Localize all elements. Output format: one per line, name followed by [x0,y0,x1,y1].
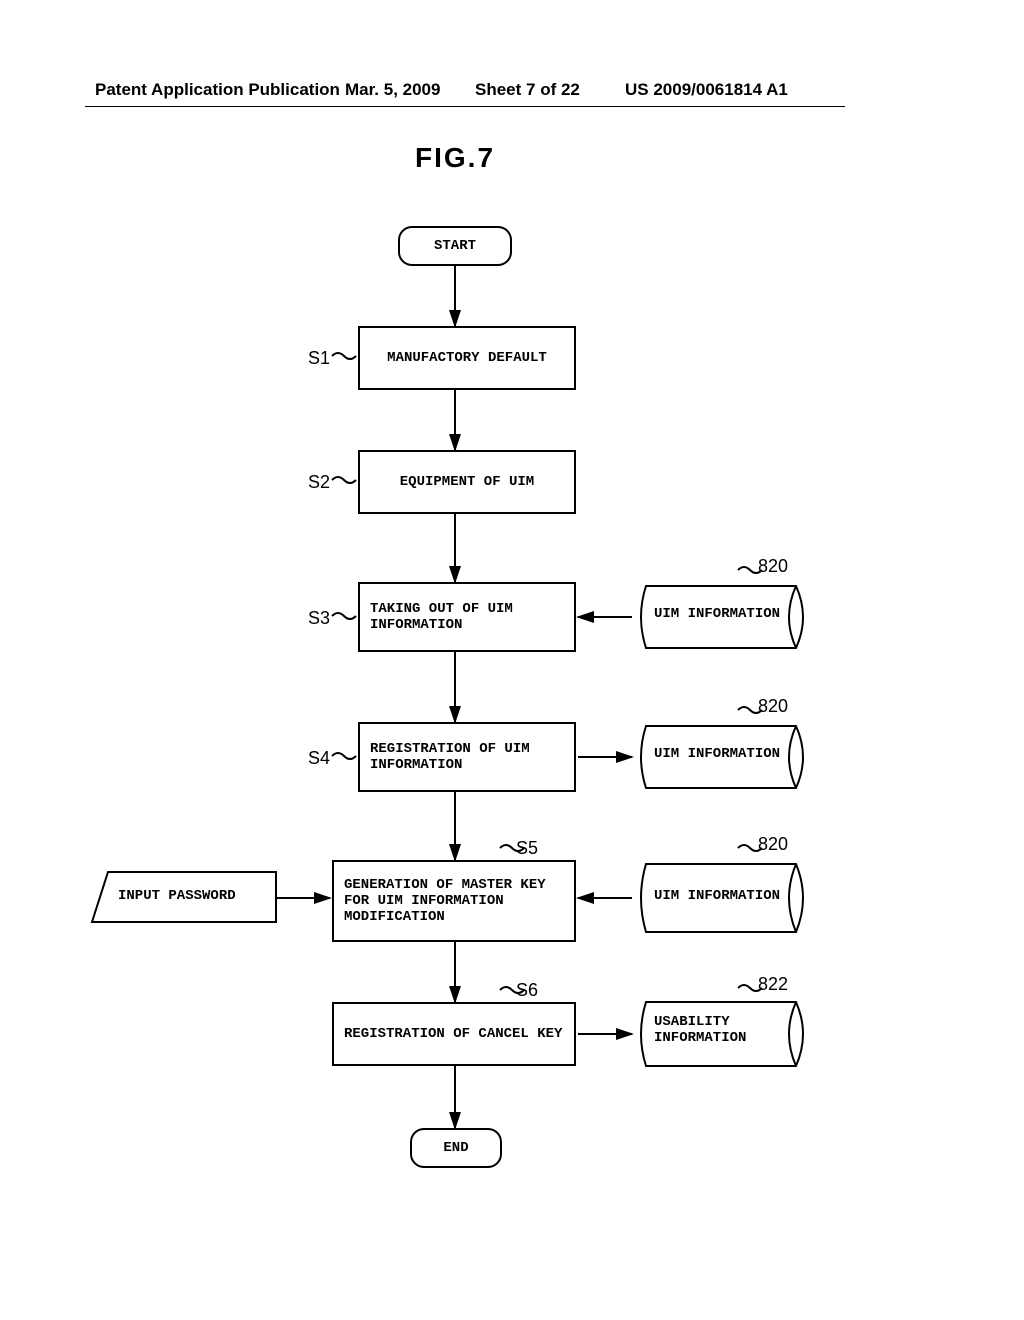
flowchart-start: START [398,226,512,266]
step-s2: EQUIPMENT OF UIM [358,450,576,514]
step-s5-text: GENERATION OF MASTER KEY FOR UIM INFORMA… [344,877,564,925]
step-label-s2: S2 [308,472,330,493]
step-label-s3: S3 [308,608,330,629]
step-s6: REGISTRATION OF CANCEL KEY [332,1002,576,1066]
doc-text-2: UIM INFORMATION [654,746,780,762]
start-text: START [434,238,476,254]
input-password-label: INPUT PASSWORD [118,888,236,904]
flowchart-end: END [410,1128,502,1168]
step-s3: TAKING OUT OF UIM INFORMATION [358,582,576,652]
step-s4-text: REGISTRATION OF UIM INFORMATION [370,741,564,773]
flowchart-connectors [0,0,1024,1320]
doc-ref-1: 820 [758,556,788,577]
doc-text-1: UIM INFORMATION [654,606,780,622]
header-divider [85,106,845,107]
pub-number: US 2009/0061814 A1 [625,80,788,100]
step-label-s4: S4 [308,748,330,769]
pub-label: Patent Application Publication [95,80,340,100]
doc-text-3: UIM INFORMATION [654,888,780,904]
figure-title: FIG.7 [415,142,495,174]
pub-date: Mar. 5, 2009 [345,80,440,100]
step-s3-text: TAKING OUT OF UIM INFORMATION [370,601,564,633]
step-s1-text: MANUFACTORY DEFAULT [387,350,547,366]
sheet-number: Sheet 7 of 22 [475,80,580,100]
step-s2-text: EQUIPMENT OF UIM [400,474,534,490]
step-label-s6: S6 [516,980,538,1001]
end-text: END [443,1140,468,1156]
step-s5: GENERATION OF MASTER KEY FOR UIM INFORMA… [332,860,576,942]
step-s6-text: REGISTRATION OF CANCEL KEY [344,1026,562,1042]
step-s1: MANUFACTORY DEFAULT [358,326,576,390]
doc-text-4: USABILITY INFORMATION [654,1014,784,1046]
step-s4: REGISTRATION OF UIM INFORMATION [358,722,576,792]
step-label-s1: S1 [308,348,330,369]
step-label-s5: S5 [516,838,538,859]
doc-ref-4: 822 [758,974,788,995]
doc-ref-2: 820 [758,696,788,717]
doc-ref-3: 820 [758,834,788,855]
